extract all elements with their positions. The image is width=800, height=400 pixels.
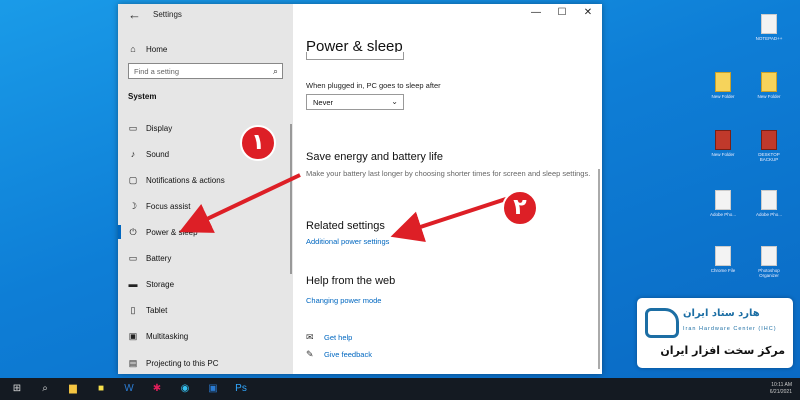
- desktop-icon[interactable]: New Folder: [752, 72, 786, 112]
- sticky-notes-icon[interactable]: ■: [94, 382, 108, 396]
- moon-icon: ☽: [128, 200, 138, 211]
- system-clock[interactable]: 10:11 AM 6/21/2021: [770, 382, 792, 396]
- maximize-button[interactable]: ☐: [555, 7, 569, 18]
- changing-power-mode-link[interactable]: Changing power mode: [306, 296, 381, 305]
- tablet-icon: ▯: [130, 304, 136, 315]
- settings-content: — ☐ ✕ Power & sleep When plugged in, PC …: [293, 4, 602, 374]
- close-button[interactable]: ✕: [581, 7, 595, 18]
- plugged-sleep-select[interactable]: Never ⌄: [306, 94, 404, 110]
- sidebar-item-notifications[interactable]: ▢ Notifications & actions: [128, 172, 225, 188]
- display-icon: ▭: [128, 122, 138, 133]
- sidebar-item-label: Focus assist: [146, 201, 191, 211]
- annotation-badge-1: ١: [240, 125, 276, 161]
- desktop-icon[interactable]: Adobe Pho...: [752, 190, 786, 230]
- search-placeholder: Find a setting: [134, 67, 180, 76]
- desktop-icon[interactable]: New Folder: [706, 130, 740, 170]
- sidebar-item-label: Multitasking: [146, 331, 189, 341]
- multitasking-icon: ▣: [128, 330, 138, 341]
- sidebar-item-storage[interactable]: ▬ Storage: [128, 276, 175, 292]
- logo-english-title: Iran Hardware Center (IHC): [683, 326, 777, 332]
- sidebar-item-display[interactable]: ▭ Display: [128, 120, 173, 136]
- sidebar-scrollbar[interactable]: [290, 124, 292, 274]
- projecting-icon: ▤: [128, 357, 138, 368]
- edge-icon[interactable]: ◉: [178, 382, 192, 396]
- word-icon[interactable]: W: [122, 382, 136, 396]
- related-settings-title: Related settings: [306, 220, 385, 232]
- battery-icon: ▭: [128, 252, 138, 263]
- sidebar-item-tablet[interactable]: ▯ Tablet: [128, 302, 168, 318]
- desktop-icon[interactable]: DESKTOP BACKUP: [752, 130, 786, 170]
- desktop-icon[interactable]: NOTEPAD++: [752, 14, 786, 54]
- logo-persian-subtitle: مرکز سخت افزار ایران: [660, 344, 785, 357]
- home-icon: ⌂: [130, 44, 136, 54]
- minimize-button[interactable]: —: [529, 7, 543, 18]
- photoshop-icon[interactable]: Ps: [234, 382, 248, 396]
- additional-power-settings-link[interactable]: Additional power settings: [306, 237, 389, 246]
- screen-timeout-select[interactable]: [306, 52, 404, 60]
- feedback-icon: ✎: [306, 349, 314, 359]
- file-explorer-icon[interactable]: ▆: [66, 382, 80, 396]
- settings-window: ← Settings ⌂ Home Find a setting ⌕ Syste…: [118, 4, 602, 374]
- plugged-sleep-label: When plugged in, PC goes to sleep after: [306, 81, 441, 90]
- give-feedback-link[interactable]: ✎ Give feedback: [306, 349, 372, 360]
- desktop-icon[interactable]: New Folder: [706, 72, 740, 112]
- power-icon: ⏻: [129, 226, 137, 237]
- home-label: Home: [146, 44, 168, 54]
- sidebar-item-label: Display: [146, 123, 173, 133]
- section-title-system: System: [128, 92, 157, 101]
- desktop-icon[interactable]: Adobe Pho...: [706, 190, 740, 230]
- annotation-badge-2: ٢: [502, 190, 538, 226]
- chevron-down-icon: ⌄: [391, 97, 398, 106]
- clock-date: 6/21/2021: [769, 389, 792, 395]
- sidebar-item-sound[interactable]: ♪ Sound: [128, 146, 169, 162]
- sidebar-item-label: Storage: [146, 279, 175, 289]
- desktop-icon[interactable]: Photoshop Organizer: [752, 246, 786, 286]
- sidebar-item-label: Power & sleep: [146, 227, 198, 237]
- sidebar-item-home[interactable]: ⌂ Home: [128, 41, 167, 57]
- desktop-icon[interactable]: Chrome File: [706, 246, 740, 286]
- back-arrow-icon[interactable]: ←: [128, 7, 141, 22]
- windows-start-icon[interactable]: ⊞: [10, 382, 24, 396]
- sidebar-item-power-sleep[interactable]: ⏻ Power & sleep: [118, 224, 198, 240]
- content-scrollbar[interactable]: [598, 169, 600, 369]
- sidebar-item-label: Battery: [146, 253, 172, 263]
- window-title: Settings: [153, 10, 182, 19]
- chat-icon: ✉: [306, 332, 314, 342]
- plugged-sleep-value: Never: [313, 98, 334, 107]
- search-icon: ⌕: [272, 66, 278, 76]
- sound-icon: ♪: [130, 149, 136, 159]
- slack-icon[interactable]: ✱: [150, 382, 164, 396]
- get-help-label: Get help: [324, 333, 353, 342]
- sidebar-item-projecting[interactable]: ▤ Projecting to this PC: [128, 355, 219, 371]
- sidebar-item-label: Sound: [146, 149, 170, 159]
- energy-section-title: Save energy and battery life: [306, 151, 443, 163]
- help-section-title: Help from the web: [306, 275, 396, 287]
- sidebar-item-battery[interactable]: ▭ Battery: [128, 250, 172, 266]
- sidebar-item-label: Notifications & actions: [146, 175, 225, 185]
- ihc-logo: هارد ستاد ایران Iran Hardware Center (IH…: [637, 298, 793, 368]
- sidebar-item-label: Projecting to this PC: [146, 358, 219, 368]
- notifications-icon: ▢: [128, 174, 138, 185]
- settings-sidebar: ← Settings ⌂ Home Find a setting ⌕ Syste…: [118, 4, 293, 374]
- sidebar-item-multitasking[interactable]: ▣ Multitasking: [128, 328, 189, 344]
- logo-persian-title: هارد ستاد ایران: [683, 308, 760, 319]
- get-help-link[interactable]: ✉ Get help: [306, 332, 352, 343]
- sidebar-item-focus-assist[interactable]: ☽ Focus assist: [128, 198, 191, 214]
- storage-icon: ▬: [128, 279, 138, 289]
- clock-time: 10:11 AM: [771, 382, 792, 388]
- photos-icon[interactable]: ▣: [206, 382, 220, 396]
- ihc-logo-mark: [645, 308, 679, 338]
- give-feedback-label: Give feedback: [324, 350, 372, 359]
- energy-description: Make your battery last longer by choosin…: [306, 169, 591, 178]
- taskbar: ⊞ ⌕ ▆ ■ W ✱ ◉ ▣ Ps 10:11 AM 6/21/2021: [0, 378, 800, 400]
- search-icon[interactable]: ⌕: [38, 382, 52, 396]
- sidebar-item-label: Tablet: [146, 305, 168, 315]
- search-input[interactable]: Find a setting ⌕: [128, 63, 283, 79]
